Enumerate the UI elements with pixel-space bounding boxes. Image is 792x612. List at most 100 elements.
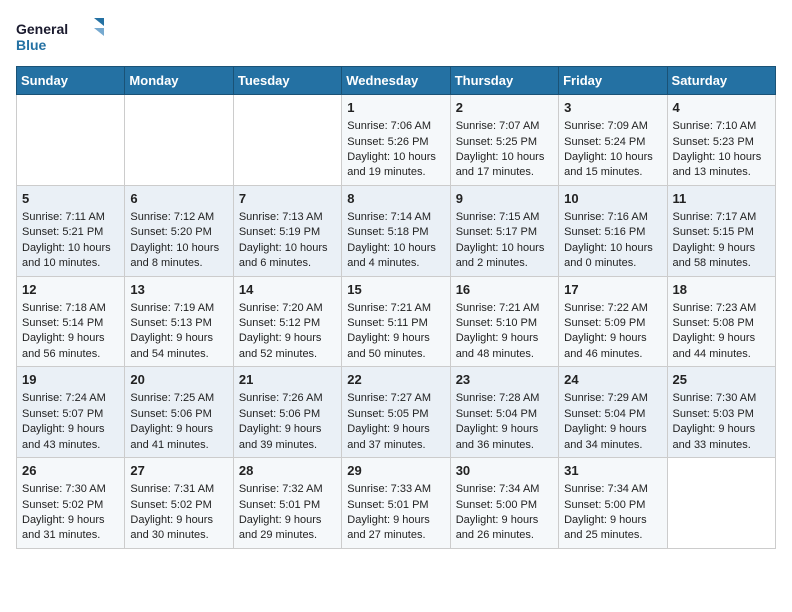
header-saturday: Saturday: [667, 67, 775, 95]
day-info: and 44 minutes.: [673, 347, 770, 362]
day-info: and 17 minutes.: [456, 165, 553, 180]
day-info: and 31 minutes.: [22, 528, 119, 543]
day-info: and 27 minutes.: [347, 528, 444, 543]
day-info: Sunrise: 7:26 AM: [239, 391, 336, 406]
day-info: and 39 minutes.: [239, 438, 336, 453]
day-info: and 10 minutes.: [22, 256, 119, 271]
day-info: Sunrise: 7:10 AM: [673, 119, 770, 134]
calendar-week-5: 26Sunrise: 7:30 AMSunset: 5:02 PMDayligh…: [17, 458, 776, 549]
day-info: Sunrise: 7:20 AM: [239, 301, 336, 316]
day-info: Daylight: 9 hours: [347, 422, 444, 437]
day-info: and 13 minutes.: [673, 165, 770, 180]
day-info: and 4 minutes.: [347, 256, 444, 271]
calendar-cell: 12Sunrise: 7:18 AMSunset: 5:14 PMDayligh…: [17, 276, 125, 367]
day-info: Daylight: 9 hours: [239, 422, 336, 437]
day-info: Sunrise: 7:07 AM: [456, 119, 553, 134]
calendar-week-2: 5Sunrise: 7:11 AMSunset: 5:21 PMDaylight…: [17, 185, 776, 276]
day-info: Sunset: 5:09 PM: [564, 316, 661, 331]
day-number: 20: [130, 371, 227, 389]
day-info: Sunrise: 7:09 AM: [564, 119, 661, 134]
day-info: Daylight: 10 hours: [564, 150, 661, 165]
day-info: Sunrise: 7:30 AM: [22, 482, 119, 497]
day-info: Daylight: 10 hours: [564, 241, 661, 256]
calendar-cell: 26Sunrise: 7:30 AMSunset: 5:02 PMDayligh…: [17, 458, 125, 549]
calendar-week-3: 12Sunrise: 7:18 AMSunset: 5:14 PMDayligh…: [17, 276, 776, 367]
logo-svg: General Blue: [16, 16, 106, 58]
day-info: Sunrise: 7:06 AM: [347, 119, 444, 134]
day-number: 18: [673, 281, 770, 299]
calendar-cell: 5Sunrise: 7:11 AMSunset: 5:21 PMDaylight…: [17, 185, 125, 276]
day-info: Sunrise: 7:19 AM: [130, 301, 227, 316]
day-info: Daylight: 10 hours: [239, 241, 336, 256]
calendar-cell: 13Sunrise: 7:19 AMSunset: 5:13 PMDayligh…: [125, 276, 233, 367]
day-info: Sunset: 5:06 PM: [130, 407, 227, 422]
day-info: Sunrise: 7:24 AM: [22, 391, 119, 406]
day-number: 17: [564, 281, 661, 299]
day-info: Daylight: 9 hours: [347, 331, 444, 346]
day-info: Sunset: 5:13 PM: [130, 316, 227, 331]
day-info: Sunrise: 7:15 AM: [456, 210, 553, 225]
calendar-cell: 17Sunrise: 7:22 AMSunset: 5:09 PMDayligh…: [559, 276, 667, 367]
calendar-cell: 11Sunrise: 7:17 AMSunset: 5:15 PMDayligh…: [667, 185, 775, 276]
header-monday: Monday: [125, 67, 233, 95]
day-info: and 34 minutes.: [564, 438, 661, 453]
day-number: 9: [456, 190, 553, 208]
calendar-header: SundayMondayTuesdayWednesdayThursdayFrid…: [17, 67, 776, 95]
day-number: 15: [347, 281, 444, 299]
day-info: Sunset: 5:19 PM: [239, 225, 336, 240]
day-info: Sunset: 5:18 PM: [347, 225, 444, 240]
calendar-cell: 31Sunrise: 7:34 AMSunset: 5:00 PMDayligh…: [559, 458, 667, 549]
day-info: Sunrise: 7:34 AM: [456, 482, 553, 497]
day-info: Sunset: 5:01 PM: [347, 498, 444, 513]
day-info: Sunset: 5:03 PM: [673, 407, 770, 422]
calendar-cell: [667, 458, 775, 549]
day-info: Sunset: 5:11 PM: [347, 316, 444, 331]
day-info: Sunrise: 7:11 AM: [22, 210, 119, 225]
day-info: Sunrise: 7:21 AM: [456, 301, 553, 316]
calendar-cell: 29Sunrise: 7:33 AMSunset: 5:01 PMDayligh…: [342, 458, 450, 549]
day-info: Daylight: 9 hours: [239, 331, 336, 346]
day-info: Daylight: 9 hours: [130, 513, 227, 528]
calendar-cell: [125, 95, 233, 186]
day-number: 5: [22, 190, 119, 208]
calendar-cell: 2Sunrise: 7:07 AMSunset: 5:25 PMDaylight…: [450, 95, 558, 186]
day-number: 30: [456, 462, 553, 480]
day-info: Daylight: 9 hours: [456, 422, 553, 437]
day-info: and 58 minutes.: [673, 256, 770, 271]
day-info: Daylight: 9 hours: [673, 331, 770, 346]
day-info: Sunset: 5:00 PM: [456, 498, 553, 513]
day-info: Sunrise: 7:23 AM: [673, 301, 770, 316]
day-number: 24: [564, 371, 661, 389]
header-friday: Friday: [559, 67, 667, 95]
day-info: and 29 minutes.: [239, 528, 336, 543]
day-info: Daylight: 9 hours: [673, 241, 770, 256]
calendar-cell: 19Sunrise: 7:24 AMSunset: 5:07 PMDayligh…: [17, 367, 125, 458]
day-info: and 26 minutes.: [456, 528, 553, 543]
day-info: and 33 minutes.: [673, 438, 770, 453]
day-info: and 6 minutes.: [239, 256, 336, 271]
day-info: Sunrise: 7:13 AM: [239, 210, 336, 225]
day-info: Daylight: 9 hours: [22, 331, 119, 346]
day-info: and 36 minutes.: [456, 438, 553, 453]
calendar-cell: 25Sunrise: 7:30 AMSunset: 5:03 PMDayligh…: [667, 367, 775, 458]
day-number: 2: [456, 99, 553, 117]
day-info: Sunset: 5:01 PM: [239, 498, 336, 513]
day-info: Sunrise: 7:18 AM: [22, 301, 119, 316]
day-info: Sunrise: 7:31 AM: [130, 482, 227, 497]
day-info: Daylight: 9 hours: [239, 513, 336, 528]
calendar-week-1: 1Sunrise: 7:06 AMSunset: 5:26 PMDaylight…: [17, 95, 776, 186]
day-info: Sunrise: 7:17 AM: [673, 210, 770, 225]
day-info: Sunrise: 7:33 AM: [347, 482, 444, 497]
day-info: Sunrise: 7:22 AM: [564, 301, 661, 316]
calendar-cell: 24Sunrise: 7:29 AMSunset: 5:04 PMDayligh…: [559, 367, 667, 458]
calendar-cell: 27Sunrise: 7:31 AMSunset: 5:02 PMDayligh…: [125, 458, 233, 549]
calendar-cell: 9Sunrise: 7:15 AMSunset: 5:17 PMDaylight…: [450, 185, 558, 276]
day-info: and 46 minutes.: [564, 347, 661, 362]
day-number: 1: [347, 99, 444, 117]
day-info: Daylight: 10 hours: [22, 241, 119, 256]
day-number: 10: [564, 190, 661, 208]
day-info: Sunset: 5:10 PM: [456, 316, 553, 331]
day-info: Sunset: 5:12 PM: [239, 316, 336, 331]
day-info: Sunrise: 7:16 AM: [564, 210, 661, 225]
day-info: Sunrise: 7:32 AM: [239, 482, 336, 497]
